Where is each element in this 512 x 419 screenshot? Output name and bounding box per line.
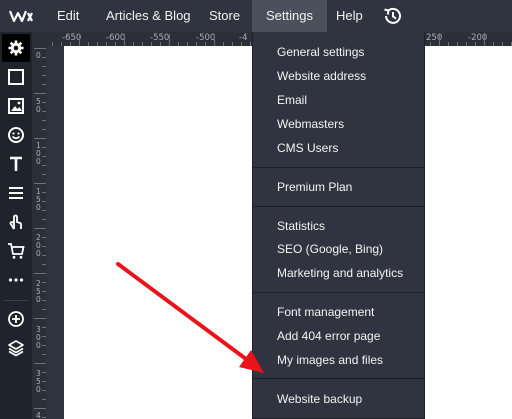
square-icon xyxy=(8,69,24,85)
left-toolbar xyxy=(0,32,32,419)
menu-font-management[interactable]: Font management xyxy=(253,301,424,323)
ruler-tick xyxy=(34,318,46,319)
ruler-corner xyxy=(32,32,46,46)
add-icon xyxy=(8,311,24,327)
menu-cms-users[interactable]: CMS Users xyxy=(253,137,424,159)
icon-tool[interactable] xyxy=(2,121,30,149)
ruler-tick xyxy=(169,34,170,46)
menu-help[interactable]: Help xyxy=(322,0,377,32)
ruler-tick xyxy=(34,363,46,364)
menu-divider xyxy=(253,378,424,379)
smiley-icon xyxy=(8,127,24,143)
ruler-tick xyxy=(34,273,46,274)
interaction-tool[interactable] xyxy=(2,208,30,236)
ruler-tick xyxy=(34,138,46,139)
menu-divider xyxy=(253,206,424,207)
ruler-tick xyxy=(484,34,485,46)
menu-statistics[interactable]: Statistics xyxy=(253,215,424,237)
canvas-margin xyxy=(46,46,64,419)
menu-tool[interactable] xyxy=(2,179,30,207)
gear-icon xyxy=(8,40,24,56)
menu-general-settings[interactable]: General settings xyxy=(253,41,424,63)
menu-store[interactable]: Store xyxy=(195,0,254,32)
touch-icon xyxy=(9,214,22,230)
layers-icon xyxy=(8,340,24,357)
menu-premium-plan[interactable]: Premium Plan xyxy=(253,176,424,198)
menu-my-images-files[interactable]: My images and files xyxy=(253,349,424,371)
menu-marketing-analytics[interactable]: Marketing and analytics xyxy=(253,262,424,284)
menu-icon xyxy=(9,187,23,199)
ruler-tick xyxy=(34,408,46,409)
menu-website-address[interactable]: Website address xyxy=(253,65,424,87)
menu-webmasters[interactable]: Webmasters xyxy=(253,113,424,135)
text-icon xyxy=(10,156,22,171)
more-tool[interactable] xyxy=(2,266,30,294)
history-icon[interactable] xyxy=(381,4,405,28)
ruler-tick xyxy=(34,183,46,184)
image-icon xyxy=(8,98,24,114)
settings-tool[interactable] xyxy=(2,34,30,62)
ruler-tick xyxy=(79,34,80,46)
box-tool[interactable] xyxy=(2,63,30,91)
ruler-tick xyxy=(124,34,125,46)
ruler-label: 1 0 0 xyxy=(36,141,41,166)
ruler-tick xyxy=(214,34,215,46)
cart-icon xyxy=(8,243,25,259)
more-icon xyxy=(8,278,24,282)
menu-website-backup[interactable]: Website backup xyxy=(253,388,424,410)
menu-divider xyxy=(253,167,424,168)
add-tool[interactable] xyxy=(2,305,30,333)
layers-tool[interactable] xyxy=(2,334,30,362)
store-tool[interactable] xyxy=(2,237,30,265)
ruler-tick xyxy=(34,228,46,229)
ruler-tick xyxy=(439,34,440,46)
image-tool[interactable] xyxy=(2,92,30,120)
menu-seo[interactable]: SEO (Google, Bing) xyxy=(253,238,424,260)
settings-dropdown: General settings Website address Email W… xyxy=(252,32,425,419)
ruler-label: 3 0 0 xyxy=(36,325,41,350)
toolbar-divider xyxy=(4,300,28,301)
ruler-tick xyxy=(34,93,46,94)
menu-add-404-page[interactable]: Add 404 error page xyxy=(253,325,424,347)
menu-edit[interactable]: Edit xyxy=(43,0,93,32)
ruler-tick xyxy=(34,48,46,49)
menu-divider xyxy=(253,292,424,293)
top-menubar: Edit Articles & Blog Store Settings Help xyxy=(0,0,512,32)
menu-settings[interactable]: Settings xyxy=(252,0,327,32)
ruler-label: 0 xyxy=(36,51,41,60)
wix-logo-icon[interactable] xyxy=(9,8,33,24)
menu-email[interactable]: Email xyxy=(253,89,424,111)
text-tool[interactable] xyxy=(2,150,30,178)
vertical-ruler: 0 5 0 1 0 0 1 5 0 2 0 0 2 5 0 3 0 0 3 5 … xyxy=(32,46,46,419)
menu-articles-blog[interactable]: Articles & Blog xyxy=(92,0,205,32)
